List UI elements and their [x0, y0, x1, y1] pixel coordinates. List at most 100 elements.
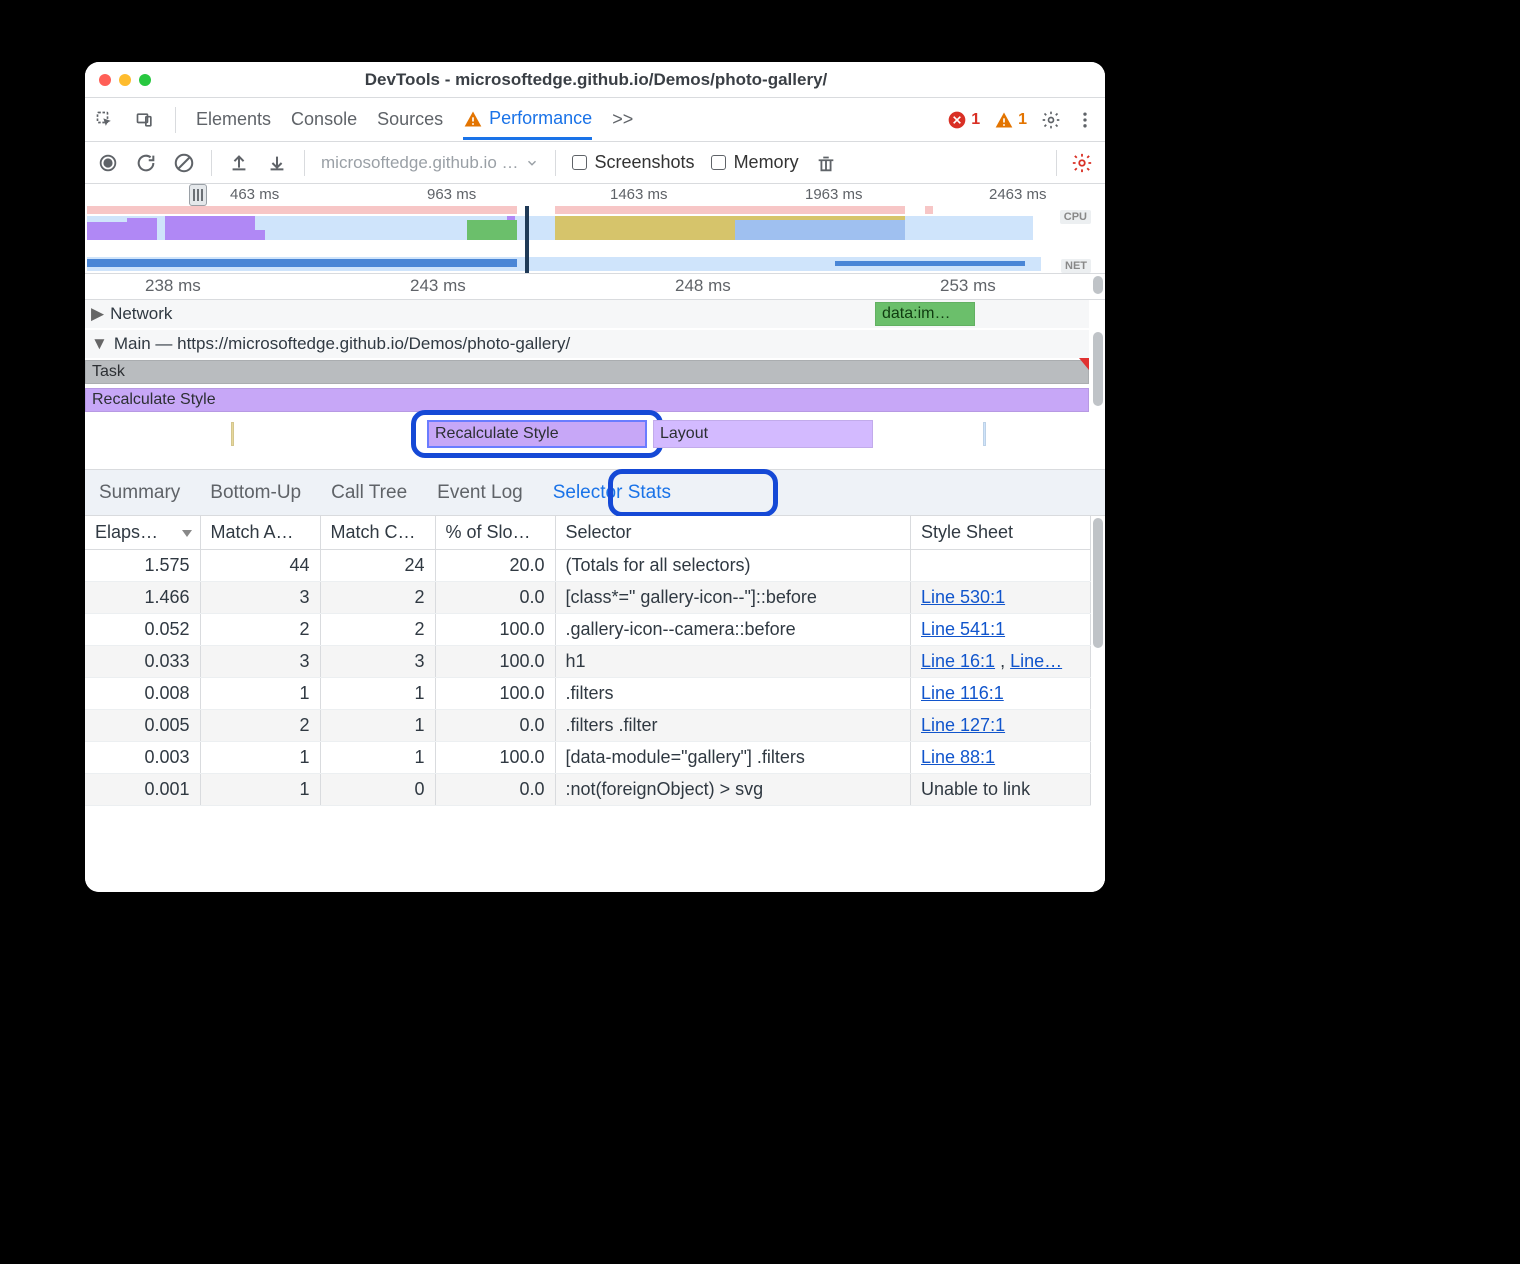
close-icon[interactable] [99, 74, 111, 86]
tab-selector-stats[interactable]: Selector Stats [553, 482, 671, 504]
table-row[interactable]: 0.005210.0.filters .filterLine 127:1 [85, 710, 1091, 742]
chevron-right-icon: ▶ [91, 304, 104, 324]
titlebar: DevTools - microsoftedge.github.io/Demos… [85, 62, 1105, 98]
recalculate-style-selected-bar[interactable]: Recalculate Style [427, 420, 647, 448]
details-tabs: Summary Bottom-Up Call Tree Event Log Se… [85, 470, 1105, 516]
main-track-header[interactable]: ▼ Main — https://microsoftedge.github.io… [85, 330, 1089, 358]
window-title: DevTools - microsoftedge.github.io/Demos… [169, 70, 1023, 90]
capture-settings-icon[interactable] [1071, 152, 1093, 174]
col-stylesheet[interactable]: Style Sheet [911, 516, 1091, 550]
scrollbar[interactable] [1091, 274, 1105, 299]
tab-call-tree[interactable]: Call Tree [331, 482, 407, 504]
overview-handle-left[interactable] [189, 184, 207, 206]
tab-event-log[interactable]: Event Log [437, 482, 523, 504]
small-event-bar[interactable] [231, 422, 234, 446]
more-tabs-icon[interactable]: >> [612, 109, 633, 130]
performance-toolbar: microsoftedge.github.io … Screenshots Me… [85, 142, 1105, 184]
target-dropdown[interactable]: microsoftedge.github.io … [321, 153, 539, 173]
table-row[interactable]: 0.00311100.0[data-module="gallery"] .fil… [85, 742, 1091, 774]
stylesheet-link[interactable]: Line 127:1 [921, 715, 1005, 735]
selector-stats-table: Elaps… Match A… Match C… % of Slo… Selec… [85, 516, 1105, 892]
minimize-icon[interactable] [119, 74, 131, 86]
stylesheet-cell: Line 530:1 [911, 582, 1091, 614]
warning-badge[interactable]: 1 [994, 110, 1027, 130]
stylesheet-cell: Line 127:1 [911, 710, 1091, 742]
stylesheet-cell: Line 541:1 [911, 614, 1091, 646]
settings-icon[interactable] [1041, 110, 1061, 130]
device-toolbar-icon[interactable] [135, 110, 155, 130]
tab-sources[interactable]: Sources [377, 101, 443, 138]
col-selector[interactable]: Selector [555, 516, 911, 550]
reload-icon[interactable] [135, 152, 157, 174]
stylesheet-link[interactable]: Line 116:1 [921, 683, 1004, 703]
network-track-header[interactable]: ▶ Network data:im… [85, 300, 1089, 328]
tab-elements[interactable]: Elements [196, 101, 271, 138]
table-row[interactable]: 0.001100.0:not(foreignObject) > svgUnabl… [85, 774, 1091, 806]
task-bar[interactable]: Task [85, 360, 1089, 384]
col-elapsed[interactable]: Elaps… [85, 516, 200, 550]
clear-icon[interactable] [173, 152, 195, 174]
recalculate-style-bar[interactable]: Recalculate Style [85, 388, 1089, 412]
flamechart[interactable]: ▶ Network data:im… ▼ Main — https://micr… [85, 300, 1105, 470]
time-ruler: 238 ms 243 ms 248 ms 253 ms [85, 274, 1105, 300]
table-row[interactable]: 0.00811100.0.filtersLine 116:1 [85, 678, 1091, 710]
separator [175, 107, 176, 133]
ruler-tick: 1463 ms [610, 186, 668, 203]
chevron-down-icon: ▼ [91, 334, 108, 354]
col-match-count[interactable]: Match C… [320, 516, 435, 550]
scrollbar[interactable] [1091, 300, 1105, 469]
warning-icon [463, 109, 483, 129]
timeline-overview[interactable]: 463 ms 963 ms 1463 ms 1963 ms 2463 ms [85, 184, 1105, 274]
layout-bar[interactable]: Layout [653, 420, 873, 448]
table-row[interactable]: 0.05222100.0.gallery-icon--camera::befor… [85, 614, 1091, 646]
overview-body: CPU NET [85, 206, 1089, 273]
overview-scrollbar[interactable] [1091, 184, 1105, 273]
upload-icon[interactable] [228, 152, 250, 174]
garbage-collect-icon[interactable] [815, 152, 837, 174]
tab-bottom-up[interactable]: Bottom-Up [210, 482, 301, 504]
table-row[interactable]: 0.03333100.0h1Line 16:1 , Line… [85, 646, 1091, 678]
stylesheet-link[interactable]: Line 88:1 [921, 747, 995, 767]
net-label: NET [1061, 259, 1091, 273]
inspect-icon[interactable] [95, 110, 115, 130]
overview-cursor[interactable] [525, 206, 529, 273]
cpu-label: CPU [1060, 210, 1091, 224]
panel-tabs: Elements Console Sources Performance >> … [85, 98, 1105, 142]
separator [555, 150, 556, 176]
tab-console[interactable]: Console [291, 101, 357, 138]
stylesheet-cell: Line 116:1 [911, 678, 1091, 710]
stylesheet-cell: Line 88:1 [911, 742, 1091, 774]
stylesheet-cell [911, 550, 1091, 582]
zoom-icon[interactable] [139, 74, 151, 86]
stylesheet-cell: Line 16:1 , Line… [911, 646, 1091, 678]
stylesheet-link[interactable]: Line 541:1 [921, 619, 1005, 639]
stylesheet-link[interactable]: Line 16:1 [921, 651, 995, 671]
stylesheet-link[interactable]: Line… [1010, 651, 1062, 671]
separator [1056, 150, 1057, 176]
table-row[interactable]: 1.466320.0[class*=" gallery-icon--"]::be… [85, 582, 1091, 614]
separator [304, 150, 305, 176]
record-icon[interactable] [97, 152, 119, 174]
table-row[interactable]: 1.575442420.0(Totals for all selectors) [85, 550, 1091, 582]
memory-toggle[interactable]: Memory [711, 152, 799, 173]
download-icon[interactable] [266, 152, 288, 174]
col-pct-slow[interactable]: % of Slo… [435, 516, 555, 550]
chevron-down-icon [525, 156, 539, 170]
devtools-window: DevTools - microsoftedge.github.io/Demos… [85, 62, 1105, 892]
stylesheet-cell: Unable to link [911, 774, 1091, 806]
stylesheet-link[interactable]: Line 530:1 [921, 587, 1005, 607]
scrollbar[interactable] [1091, 516, 1105, 892]
error-badge[interactable]: 1 [947, 110, 980, 130]
ruler-tick: 2463 ms [989, 186, 1047, 203]
traffic-lights [99, 74, 161, 86]
tab-performance[interactable]: Performance [463, 100, 592, 140]
kebab-icon[interactable] [1075, 110, 1095, 130]
ruler-tick: 1963 ms [805, 186, 863, 203]
screenshots-toggle[interactable]: Screenshots [572, 152, 695, 173]
ruler-tick: 963 ms [427, 186, 476, 203]
ruler-tick: 463 ms [230, 186, 279, 203]
network-request-bar[interactable]: data:im… [875, 302, 975, 326]
col-match-attempts[interactable]: Match A… [200, 516, 320, 550]
small-event-bar[interactable] [983, 422, 986, 446]
tab-summary[interactable]: Summary [99, 482, 180, 504]
